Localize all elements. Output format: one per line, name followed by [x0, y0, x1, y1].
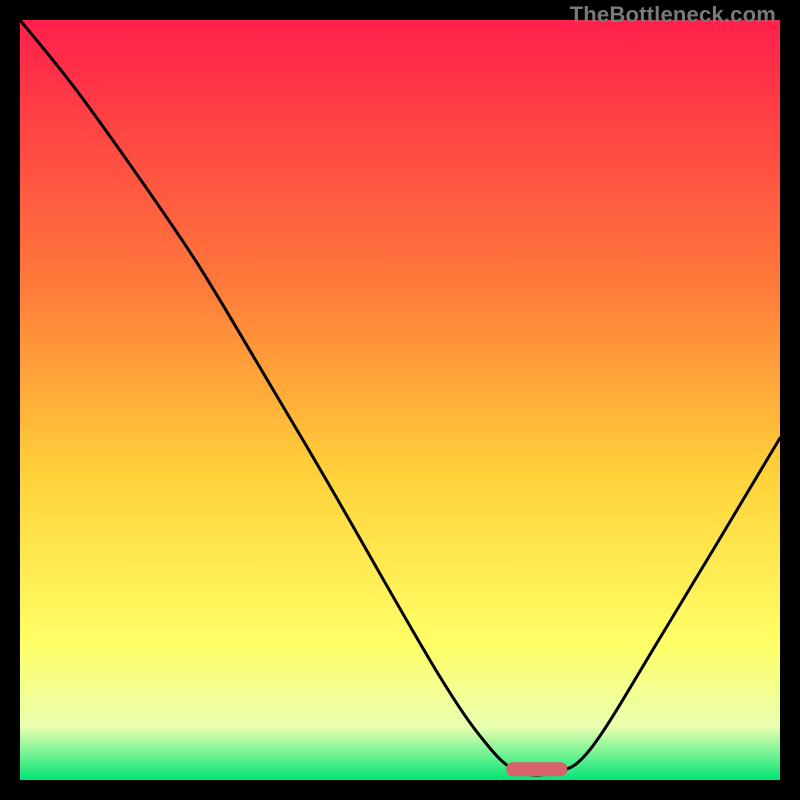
- chart-frame: [20, 20, 780, 780]
- bottleneck-plot: [20, 20, 780, 780]
- gradient-background: [20, 20, 780, 780]
- optimal-marker: [506, 762, 567, 776]
- watermark-text: TheBottleneck.com: [570, 2, 776, 28]
